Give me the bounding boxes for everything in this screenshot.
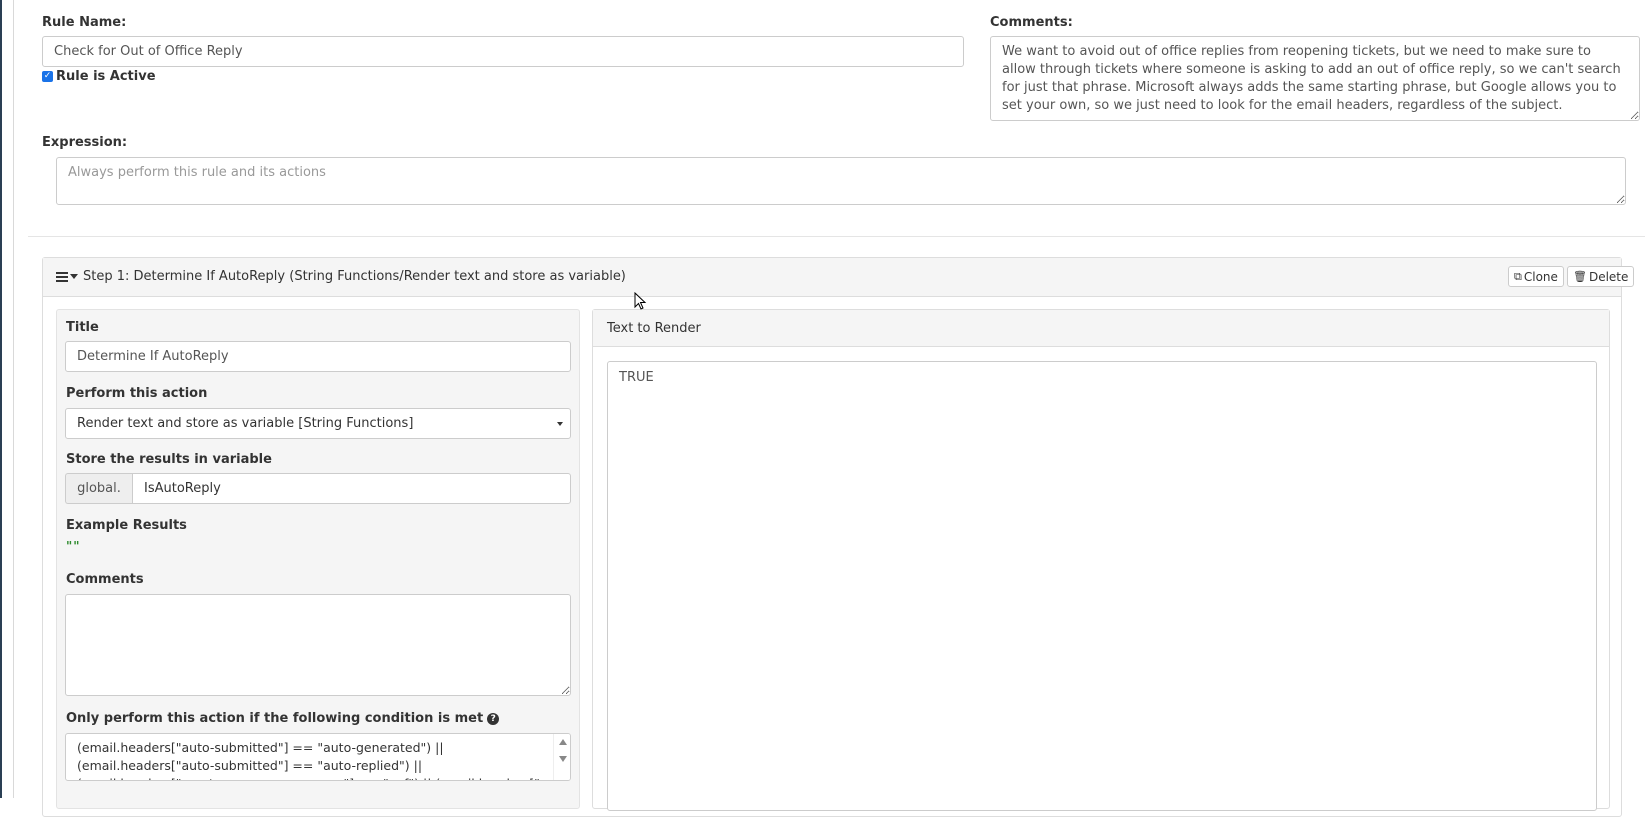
question-circle-icon[interactable]: ? (487, 712, 500, 725)
delete-button-label: Delete (1588, 269, 1629, 284)
left-edge-border (0, 0, 14, 798)
example-results-value: "" (66, 539, 81, 553)
clone-button[interactable]: ⧉ Clone (1508, 266, 1564, 287)
step-title-input[interactable]: Determine If AutoReply (65, 341, 571, 372)
render-card-header: Text to Render (593, 310, 1609, 347)
step-title-row[interactable]: Step 1: Determine If AutoReply (String F… (56, 269, 626, 284)
comments-label: Comments: (990, 15, 1073, 30)
caret-down-icon[interactable] (70, 274, 78, 279)
rule-name-input[interactable]: Check for Out of Office Reply (42, 36, 964, 67)
clone-icon: ⧉ (1514, 269, 1522, 283)
rule-active-label: Rule is Active (56, 69, 156, 84)
rule-active-checkbox[interactable]: ✓ (42, 71, 53, 82)
step-header[interactable]: Step 1: Determine If AutoReply (String F… (43, 258, 1635, 297)
example-results-label: Example Results (66, 518, 187, 533)
step-title-value: Determine If AutoReply (77, 349, 229, 364)
scroll-up-arrow-icon[interactable] (559, 739, 567, 745)
rule-active-checkbox-row[interactable]: ✓ Rule is Active (42, 69, 156, 84)
delete-button[interactable]: 🗑 Delete (1567, 266, 1635, 287)
step-title-label: Title (66, 320, 99, 335)
condition-textarea[interactable]: (email.headers["auto-submitted"] == "aut… (65, 733, 571, 781)
action-select[interactable]: Render text and store as variable [Strin… (65, 408, 571, 439)
condition-text: (email.headers["auto-submitted"] == "aut… (77, 740, 570, 780)
hamburger-icon[interactable] (56, 271, 68, 282)
step-header-text: Step 1: Determine If AutoReply (String F… (83, 269, 626, 284)
dropdown-caret-icon (557, 422, 563, 426)
step-comments-label: Comments (66, 572, 144, 587)
action-label: Perform this action (66, 386, 208, 401)
mouse-cursor-icon (634, 292, 647, 310)
store-variable-prefix: global. (65, 473, 132, 504)
render-text-value: TRUE (619, 370, 654, 385)
store-variable-input[interactable]: IsAutoReply (132, 473, 571, 504)
render-card-title: Text to Render (607, 321, 701, 336)
condition-label: Only perform this action if the followin… (66, 711, 484, 726)
left-edge-bar (0, 0, 2, 798)
section-divider (28, 236, 1645, 237)
render-text-editor[interactable]: TRUE (607, 361, 1597, 811)
action-select-value: Render text and store as variable [Strin… (77, 416, 414, 431)
condition-label-row: Only perform this action if the followin… (66, 711, 500, 726)
trash-icon: 🗑 (1573, 270, 1587, 283)
rule-name-label: Rule Name: (42, 15, 127, 30)
expression-label: Expression: (42, 135, 128, 150)
condition-scrollbar[interactable] (553, 734, 570, 780)
scroll-down-arrow-icon[interactable] (559, 756, 567, 762)
store-variable-value: IsAutoReply (144, 481, 221, 496)
store-variable-group: global. IsAutoReply (65, 473, 571, 504)
step-comments-textarea[interactable] (65, 594, 571, 696)
comments-textarea[interactable]: We want to avoid out of office replies f… (990, 36, 1640, 121)
rule-name-value: Check for Out of Office Reply (54, 44, 243, 59)
store-variable-label: Store the results in variable (66, 452, 272, 467)
expression-textarea[interactable] (56, 157, 1626, 205)
clone-button-label: Clone (1523, 269, 1558, 284)
